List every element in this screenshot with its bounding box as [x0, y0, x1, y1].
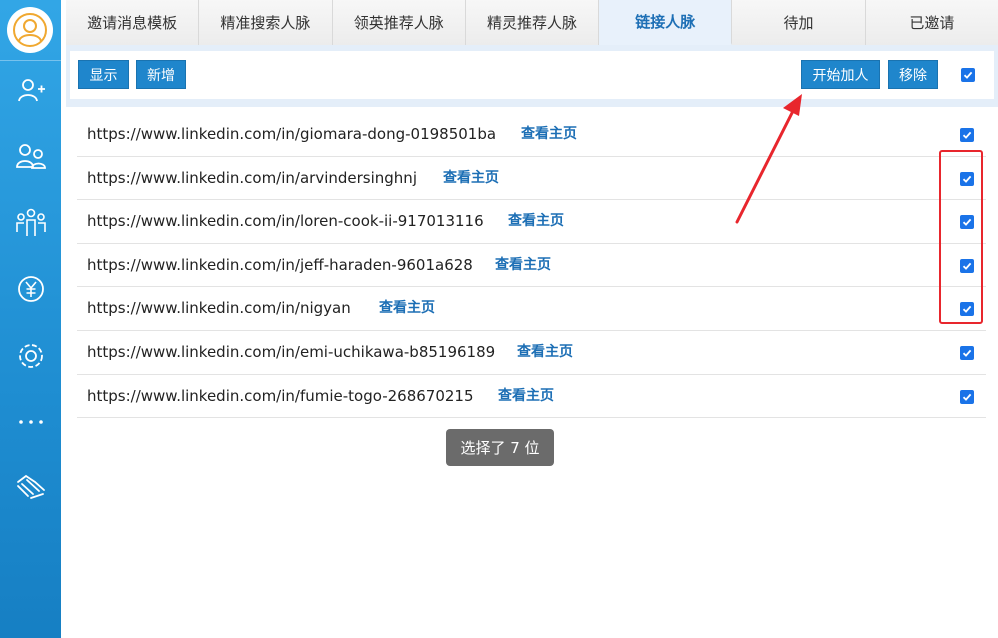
profile-url: https://www.linkedin.com/in/arvindersing…: [87, 168, 417, 187]
list-item: https://www.linkedin.com/in/giomara-dong…: [77, 113, 986, 157]
sidebar-divider: [0, 60, 61, 61]
profile-url: https://www.linkedin.com/in/emi-uchikawa…: [87, 342, 496, 361]
toolbar: 显示 新增 开始加人 移除: [70, 51, 994, 99]
view-profile-link[interactable]: 查看主页: [379, 287, 435, 330]
tab-0[interactable]: 邀请消息模板: [66, 0, 200, 45]
tab-2[interactable]: 领英推荐人脉: [332, 0, 466, 45]
select-all-checkbox[interactable]: [961, 68, 975, 82]
list-item: https://www.linkedin.com/in/loren-cook-i…: [77, 200, 986, 244]
row-checkbox[interactable]: [960, 389, 974, 404]
profile-url: https://www.linkedin.com/in/loren-cook-i…: [87, 212, 484, 231]
yen-icon[interactable]: [14, 272, 48, 306]
add-button[interactable]: 新增: [136, 60, 186, 89]
start-adding-button[interactable]: 开始加人: [801, 60, 880, 89]
team-icon[interactable]: [14, 205, 48, 239]
settings-gear-icon[interactable]: [14, 339, 48, 373]
show-button[interactable]: 显示: [78, 60, 129, 89]
list-item: https://www.linkedin.com/in/nigyan 查看主页: [77, 287, 986, 331]
users-group-icon[interactable]: [14, 139, 48, 173]
user-avatar-icon[interactable]: [7, 7, 53, 53]
selection-toast: 选择了 7 位: [446, 429, 554, 466]
tab-6[interactable]: 已邀请: [865, 0, 998, 45]
list-item: https://www.linkedin.com/in/emi-uchikawa…: [77, 331, 986, 375]
view-profile-link[interactable]: 查看主页: [495, 244, 551, 287]
list-item: https://www.linkedin.com/in/fumie-togo-2…: [77, 375, 986, 419]
connection-list: https://www.linkedin.com/in/giomara-dong…: [77, 113, 986, 419]
list-item: https://www.linkedin.com/in/jeff-haraden…: [77, 244, 986, 288]
profile-url: https://www.linkedin.com/in/nigyan: [87, 299, 351, 318]
tab-5[interactable]: 待加: [732, 0, 866, 45]
tab-3[interactable]: 精灵推荐人脉: [465, 0, 600, 45]
user-avatar-glyph: [13, 13, 47, 47]
view-profile-link[interactable]: 查看主页: [517, 331, 573, 374]
handshake-icon[interactable]: [14, 470, 48, 504]
profile-url: https://www.linkedin.com/in/jeff-haraden…: [87, 255, 473, 274]
remove-button[interactable]: 移除: [888, 60, 938, 89]
view-profile-link[interactable]: 查看主页: [508, 200, 564, 243]
profile-url: https://www.linkedin.com/in/giomara-dong…: [87, 125, 497, 143]
add-user-icon[interactable]: [14, 73, 48, 107]
view-profile-link[interactable]: 查看主页: [498, 375, 554, 418]
tab-bar: 邀请消息模板 精准搜索人脉 领英推荐人脉 精灵推荐人脉 链接人脉 待加 已邀请: [66, 0, 998, 45]
tab-1[interactable]: 精准搜索人脉: [199, 0, 333, 45]
app-window: 邀请消息模板 精准搜索人脉 领英推荐人脉 精灵推荐人脉 链接人脉 待加 已邀请 显示 新增 …: [0, 0, 998, 638]
toolbar-area: 显示 新增 开始加人 移除: [66, 45, 998, 107]
view-profile-link[interactable]: 查看主页: [443, 157, 499, 200]
profile-url: https://www.linkedin.com/in/fumie-togo-2…: [87, 386, 474, 405]
more-icon[interactable]: [14, 405, 48, 439]
row-checkbox[interactable]: [960, 128, 974, 142]
sidebar: [0, 0, 61, 638]
tab-4[interactable]: 链接人脉: [599, 0, 733, 45]
list-item: https://www.linkedin.com/in/arvindersing…: [77, 157, 986, 201]
row-checkbox[interactable]: [960, 345, 974, 360]
view-profile-link[interactable]: 查看主页: [521, 113, 577, 156]
highlight-box: [939, 150, 983, 324]
